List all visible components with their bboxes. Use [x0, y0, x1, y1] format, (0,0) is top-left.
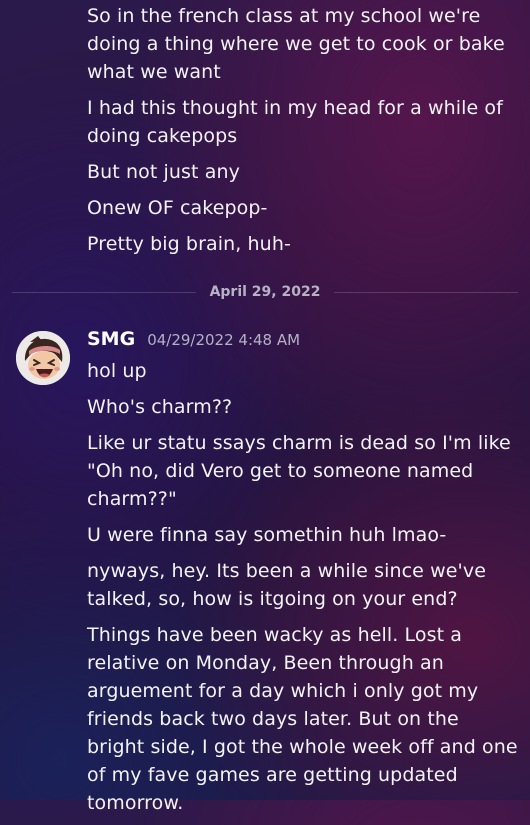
message-line[interactable]: Onew OF cakepop- — [87, 194, 518, 222]
message-line[interactable]: hol up — [87, 357, 518, 385]
divider-rule-left — [12, 291, 196, 293]
message-line[interactable]: So in the french class at my school we'r… — [87, 2, 518, 86]
message-line[interactable]: I had this thought in my head for a whil… — [87, 94, 518, 150]
message-line[interactable]: Who's charm?? — [87, 393, 518, 421]
previous-message-group: So in the french class at my school we'r… — [87, 2, 518, 266]
date-divider: April 29, 2022 — [12, 283, 518, 301]
chat-view: So in the french class at my school we'r… — [0, 0, 530, 814]
message-body: hol up Who's charm?? Like ur statu ssays… — [87, 357, 518, 825]
divider-rule-right — [334, 291, 518, 293]
avatar[interactable] — [16, 331, 70, 385]
message-line[interactable]: U were finna say somethin huh lmao- — [87, 521, 518, 549]
cartoon-face-avatar-icon — [16, 331, 70, 385]
message-line[interactable]: Pretty big brain, huh- — [87, 230, 518, 258]
username[interactable]: SMG — [87, 328, 135, 350]
message-timestamp: 04/29/2022 4:48 AM — [147, 331, 301, 349]
message-line[interactable]: Things have been wacky as hell. Lost a r… — [87, 621, 518, 817]
message-line[interactable]: But not just any — [87, 158, 518, 186]
message-line[interactable]: nyways, hey. Its been a while since we'v… — [87, 557, 518, 613]
message-header: SMG 04/29/2022 4:48 AM — [87, 328, 300, 350]
message-line[interactable]: Like ur statu ssays charm is dead so I'm… — [87, 429, 518, 513]
divider-date: April 29, 2022 — [209, 284, 321, 300]
